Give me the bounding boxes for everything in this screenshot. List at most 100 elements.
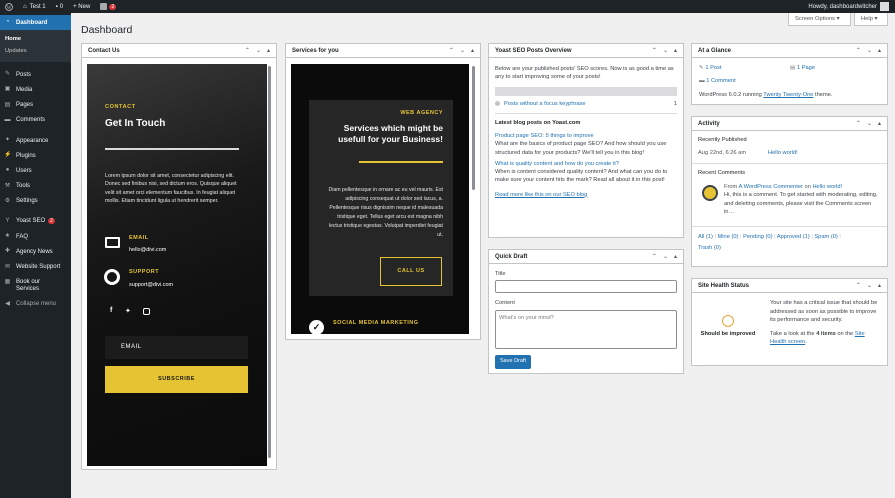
move-up-icon[interactable]: ⌃ — [856, 282, 861, 289]
move-down-icon[interactable]: ⌄ — [867, 120, 872, 127]
yoast-menu-badge: 2 — [48, 218, 55, 225]
posts-without-keyphrase-link[interactable]: Posts without a focus keyphrase — [504, 100, 586, 108]
calendar-icon: ▦ — [4, 278, 11, 285]
theme-link[interactable]: Twenty Twenty-One — [763, 92, 813, 98]
filter-trash[interactable]: Trash (0) — [698, 245, 721, 251]
move-up-icon[interactable]: ⌃ — [449, 47, 454, 54]
save-draft-button[interactable]: Save Draft — [495, 354, 531, 369]
yoast-logo-icon — [100, 3, 108, 10]
menu-posts[interactable]: ✎ Posts — [0, 67, 71, 82]
commenter-link[interactable]: A WordPress Commenter — [739, 184, 803, 190]
title-input[interactable] — [495, 280, 677, 294]
widget-header: Activity ⌃ ⌄ ▴ — [692, 117, 887, 131]
widget-header: Quick Draft ⌃ ⌄ ▴ — [489, 250, 683, 264]
filter-spam[interactable]: Spam (0) — [814, 234, 837, 240]
menu-users[interactable]: ● Users — [0, 163, 71, 178]
instagram-icon[interactable] — [143, 308, 150, 315]
quick-draft-widget: Quick Draft ⌃ ⌄ ▴ Title Content What's on y… — [488, 249, 684, 374]
toggle-icon[interactable]: ▴ — [878, 282, 881, 289]
menu-appearance[interactable]: ✦ Appearance — [0, 133, 71, 148]
menu-yoast-seo[interactable]: Y Yoast SEO 2 — [0, 214, 71, 229]
yoast-adminbar-link[interactable]: 2 — [95, 0, 121, 13]
comment-post-link[interactable]: Hello world! — [812, 184, 842, 190]
home-icon: ⌂ — [23, 3, 27, 10]
comments-link[interactable]: ▪ 0 — [51, 0, 68, 13]
menu-tools[interactable]: ⚒ Tools — [0, 179, 71, 194]
move-down-icon[interactable]: ⌄ — [460, 47, 465, 54]
menu-book-our-services[interactable]: ▦ Book our Services — [0, 275, 71, 297]
contact-us-widget: Contact Us ⌃ ⌄ ▴ CONTACT Get In Touch Lorem… — [81, 43, 277, 470]
commenter-avatar — [702, 184, 718, 201]
read-more-link[interactable]: Read more like this on our SEO blog — [495, 191, 677, 199]
envelope-icon — [105, 237, 120, 248]
yoast-post-link[interactable]: What is quality content and how do you c… — [495, 160, 677, 168]
menu-settings[interactable]: ⚙ Settings — [0, 194, 71, 209]
content-textarea[interactable]: What's on your mind? — [495, 309, 677, 349]
subscribe-button[interactable]: SUBSCRIBE — [105, 366, 248, 393]
move-down-icon[interactable]: ⌄ — [867, 282, 872, 289]
menu-website-support[interactable]: ✉ Website Support — [0, 259, 71, 274]
move-down-icon[interactable]: ⌄ — [663, 253, 668, 260]
support-icon: ✉ — [4, 263, 11, 270]
facebook-icon[interactable]: f — [110, 307, 112, 314]
scrollbar[interactable] — [268, 66, 271, 458]
menu-agency-news[interactable]: ✚ Agency News — [0, 244, 71, 259]
wordpress-logo-icon[interactable]: W — [0, 0, 18, 13]
twitter-icon[interactable]: ✦ — [125, 307, 131, 315]
filter-pending[interactable]: Pending (0) — [743, 234, 772, 240]
menu-dashboard[interactable]: ◔ Dashboard — [0, 15, 71, 31]
email-input[interactable]: EMAIL — [105, 336, 248, 359]
site-name-link[interactable]: ⌂ Test 1 — [18, 0, 51, 13]
toggle-icon[interactable]: ▴ — [878, 120, 881, 127]
menu-faq[interactable]: ★ FAQ — [0, 229, 71, 244]
move-down-icon[interactable]: ⌄ — [663, 47, 668, 54]
screen-options-button[interactable]: Screen Options ▾ — [788, 13, 851, 26]
yoast-post-link[interactable]: Product page SEO: 5 things to improve — [495, 132, 677, 140]
submenu-home[interactable]: Home — [0, 33, 71, 45]
move-up-icon[interactable]: ⌃ — [652, 253, 657, 260]
email-label: EMAIL — [129, 235, 149, 241]
services-eyebrow: WEB AGENCY — [400, 110, 443, 116]
move-down-icon[interactable]: ⌄ — [256, 47, 261, 54]
move-down-icon[interactable]: ⌄ — [867, 47, 872, 54]
content-label: Content — [495, 300, 515, 307]
filter-all[interactable]: All (1) — [698, 234, 713, 240]
published-post-link[interactable]: Hello world! — [768, 149, 798, 157]
move-up-icon[interactable]: ⌃ — [652, 47, 657, 54]
submenu-updates[interactable]: Updates — [0, 45, 71, 57]
yoast-intro: Below are your published posts' SEO scor… — [495, 66, 674, 81]
toggle-icon[interactable]: ▴ — [878, 47, 881, 54]
health-status-label: Should be improved — [700, 331, 756, 337]
menu-comments[interactable]: ▬ Comments — [0, 113, 71, 128]
move-up-icon[interactable]: ⌃ — [856, 47, 861, 54]
contact-heading: Get In Touch — [105, 118, 166, 129]
filter-approved[interactable]: Approved (1) — [777, 234, 810, 240]
services-card: WEB AGENCY Services which might be usefu… — [309, 100, 453, 296]
contact-body: Lorem ipsum dolor sit amet, consectetur … — [105, 173, 237, 205]
toggle-icon[interactable]: ▴ — [267, 47, 270, 54]
move-up-icon[interactable]: ⌃ — [856, 120, 861, 127]
title-label: Title — [495, 271, 506, 277]
toggle-icon[interactable]: ▴ — [674, 47, 677, 54]
toggle-icon[interactable]: ▴ — [471, 47, 474, 54]
comment-icon: ▬ — [4, 116, 11, 123]
scrollbar[interactable] — [472, 66, 475, 190]
move-up-icon[interactable]: ⌃ — [245, 47, 250, 54]
glance-posts[interactable]: ✎ 1 Post — [699, 64, 721, 72]
activity-divider — [692, 162, 887, 164]
help-button[interactable]: Help ▾ — [854, 13, 888, 26]
page-title: Dashboard — [81, 24, 133, 36]
my-account[interactable]: Howdy, dashboardwitcher — [808, 2, 895, 11]
glance-pages[interactable]: ▤ 1 Page — [790, 64, 815, 72]
site-health-widget: Site Health Status ⌃ ⌄ ▴ Should be improved… — [691, 278, 888, 366]
toggle-icon[interactable]: ▴ — [674, 253, 677, 260]
menu-plugins[interactable]: ⚡ Plugins — [0, 148, 71, 163]
filter-mine[interactable]: Mine (0) — [718, 234, 739, 240]
new-content-link[interactable]: + New — [68, 0, 95, 13]
health-status-indicator: Should be improved — [698, 297, 758, 338]
call-us-button[interactable]: CALL US — [380, 257, 442, 286]
menu-pages[interactable]: ▤ Pages — [0, 98, 71, 113]
menu-media[interactable]: ▣ Media — [0, 82, 71, 97]
collapse-menu-button[interactable]: ◀ Collapse menu — [0, 297, 71, 312]
glance-comments[interactable]: ▬ 1 Comment — [699, 77, 736, 85]
